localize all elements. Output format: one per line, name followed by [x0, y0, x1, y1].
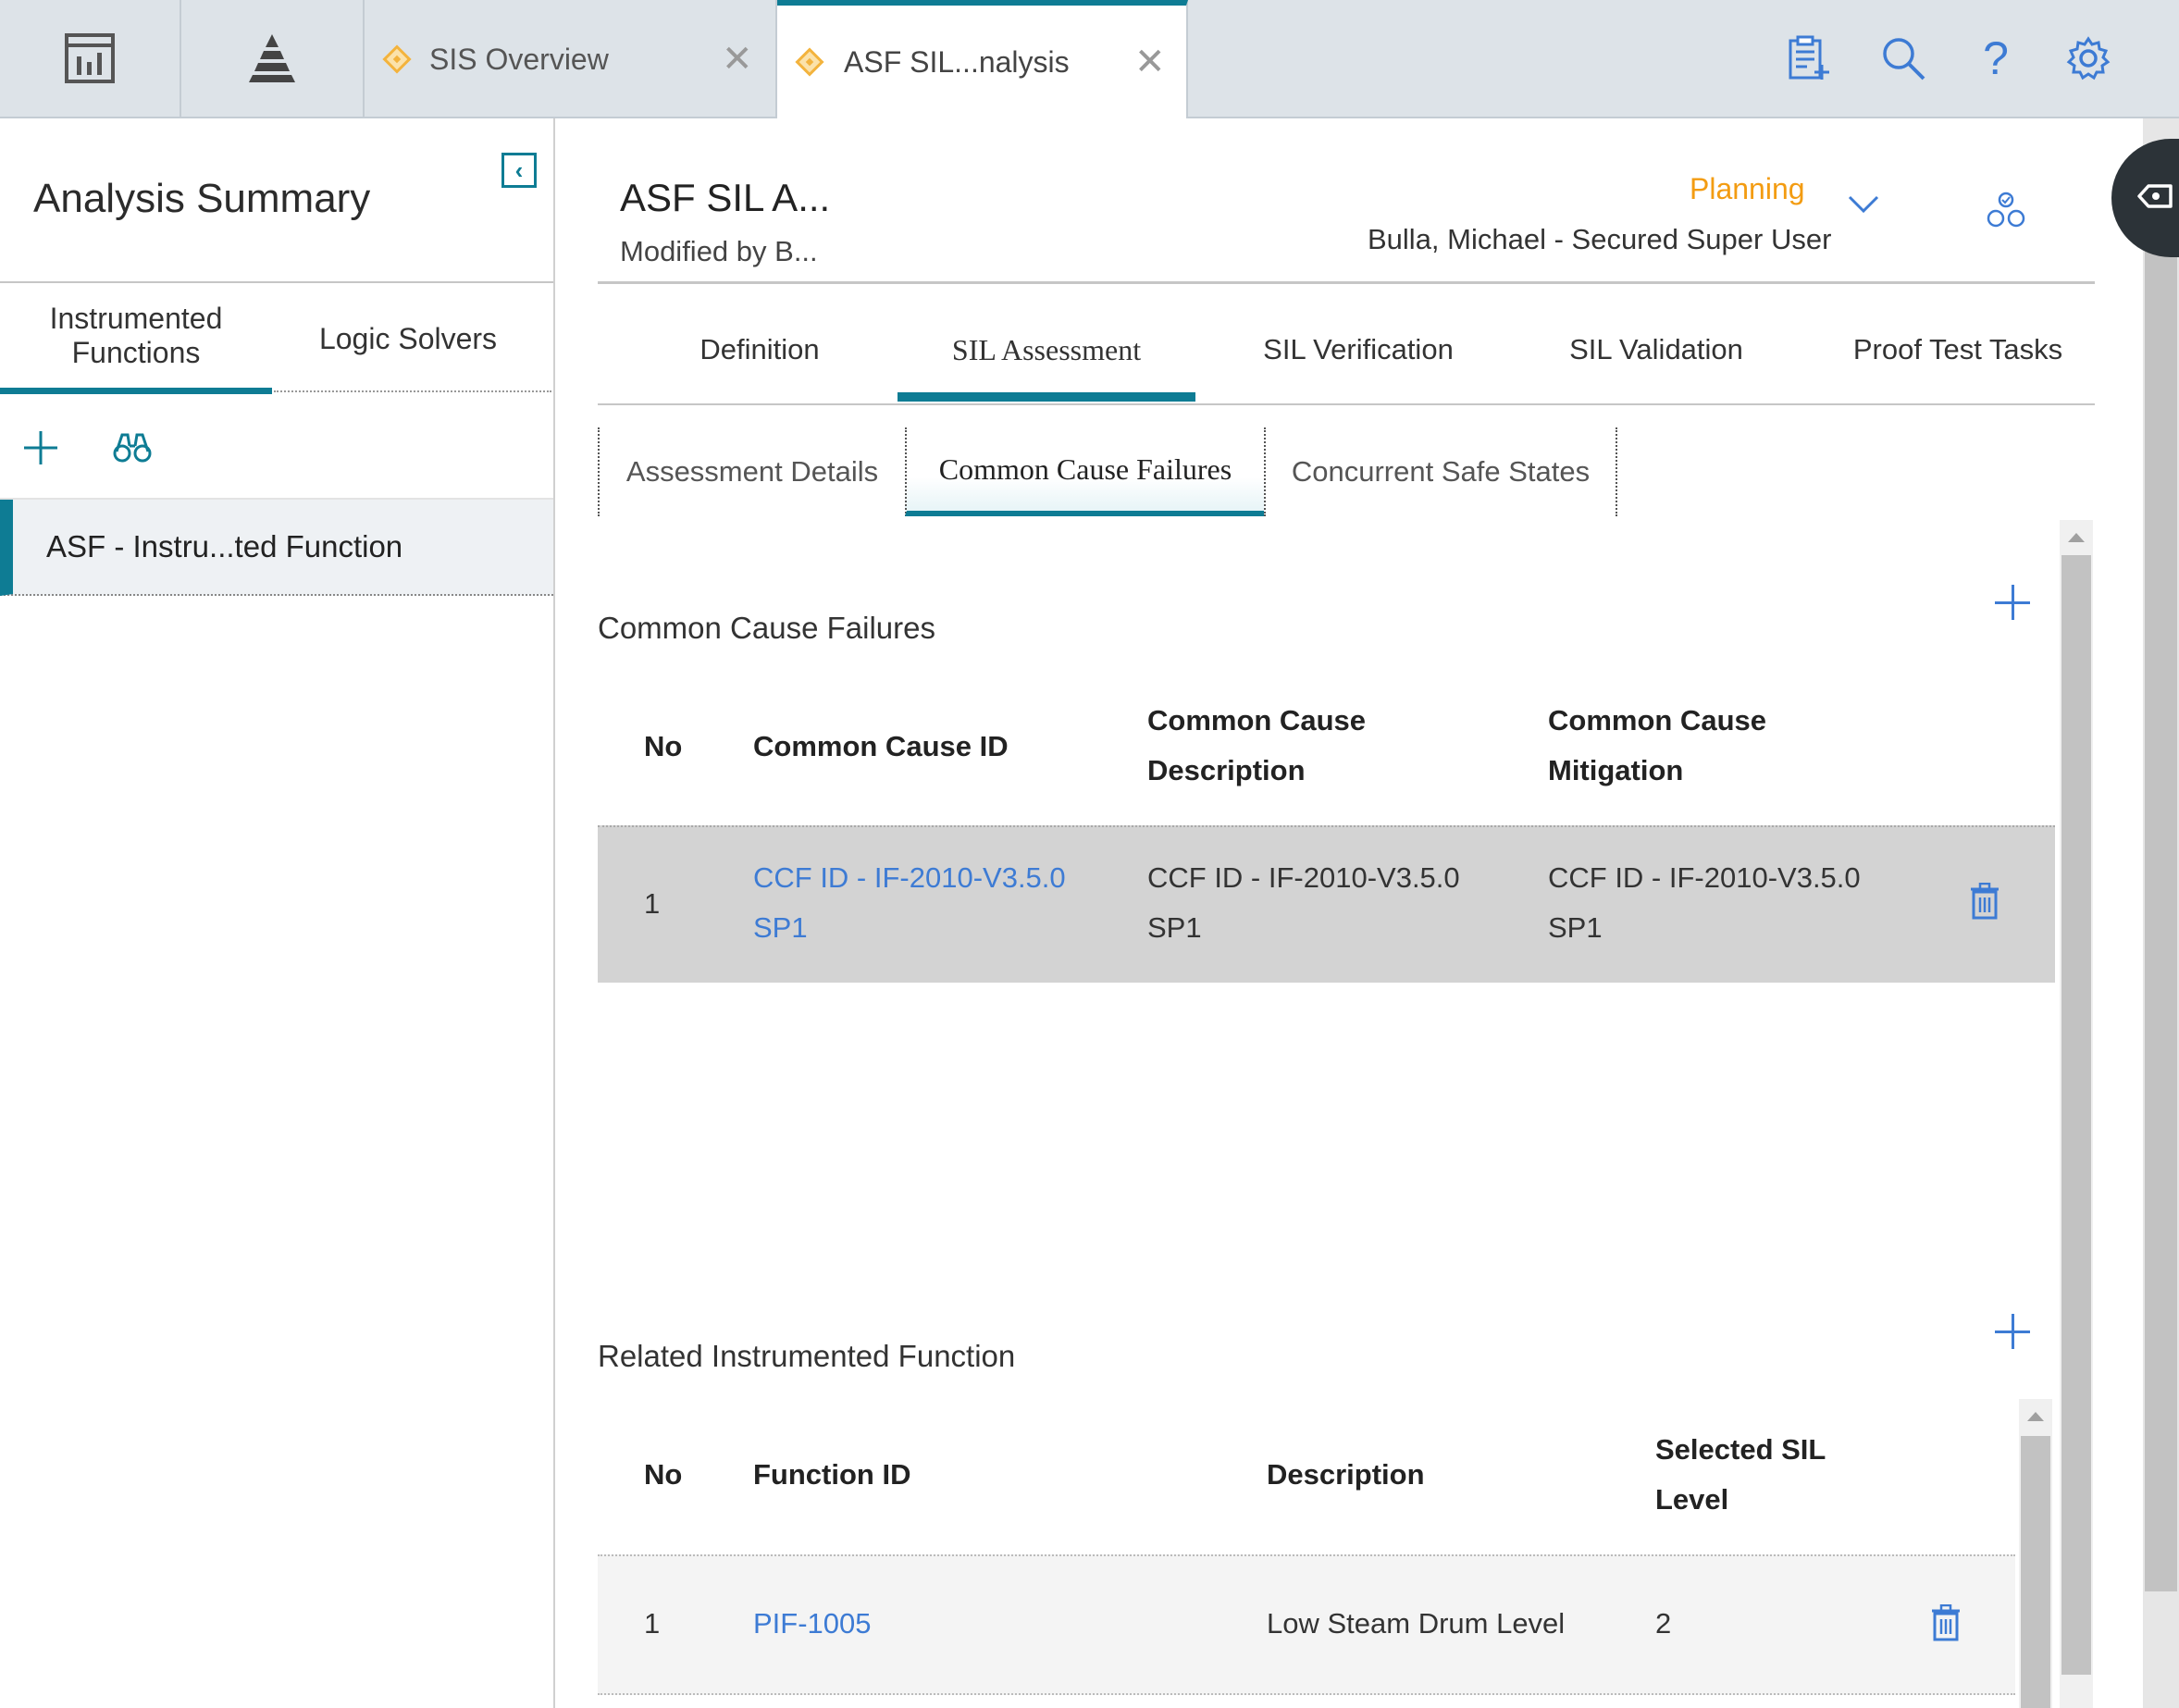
column-header: No [644, 730, 683, 762]
panel-open-icon [2136, 180, 2174, 217]
tab-label: SIS Overview [429, 42, 609, 76]
scrollbar-thumb[interactable] [2145, 167, 2177, 1591]
subtab-assessment-details[interactable]: Assessment Details [598, 427, 905, 516]
common-cause-id-link[interactable]: CCF ID - IF-2010-V3.5.0 SP1 [753, 853, 1066, 953]
add-icon[interactable] [1995, 1314, 2030, 1349]
top-tab-bar: SIS Overview ✕ ASF SIL...nalysis ✕ ? [0, 0, 2179, 118]
tab-proof-test-tasks[interactable]: Proof Test Tasks [1841, 313, 2074, 402]
add-icon[interactable] [22, 429, 59, 466]
tab-logic-solvers[interactable]: Logic Solvers [274, 283, 542, 394]
tab-asf-sil-analysis[interactable]: ASF SIL...nalysis ✕ [777, 0, 1188, 118]
function-description: Low Steam Drum Level [1267, 1607, 1566, 1640]
dashboard-icon [64, 32, 116, 84]
trash-icon[interactable] [1930, 1603, 1962, 1646]
section-title: Related Instrumented Function [598, 1339, 1016, 1373]
row-number: 1 [644, 887, 661, 920]
subtab-concurrent-safe-states[interactable]: Concurrent Safe States [1264, 427, 1616, 516]
common-cause-description: CCF ID - IF-2010-V3.5.0 SP1 [1147, 861, 1460, 944]
scroll-up-arrow[interactable] [2068, 533, 2085, 542]
column-header: No [644, 1458, 683, 1491]
binoculars-icon[interactable] [113, 429, 152, 466]
function-id-link[interactable]: PIF-1005 [753, 1599, 872, 1649]
list-item-label: ASF - Instru...ted Function [46, 529, 403, 563]
column-header: Description [1267, 1458, 1425, 1491]
tab-label: ASF SIL...nalysis [844, 44, 1070, 79]
section-title: Common Cause Failures [598, 611, 935, 645]
analysis-diamond-icon [795, 47, 824, 77]
tab-sil-verification[interactable]: SIL Verification [1231, 313, 1486, 402]
help-icon[interactable]: ? [1971, 32, 2021, 84]
scroll-up-arrow[interactable] [2027, 1412, 2044, 1421]
tab-sis-overview[interactable]: SIS Overview ✕ [365, 0, 777, 118]
common-cause-mitigation: CCF ID - IF-2010-V3.5.0 SP1 [1548, 861, 1861, 944]
page-title: ASF SIL A... [620, 176, 831, 219]
selected-sil-level: 2 [1655, 1607, 1672, 1640]
tab-instrumented-functions[interactable]: Instrumented Functions [0, 283, 272, 394]
column-header: Common Cause ID [753, 730, 1009, 762]
row-number: 1 [644, 1607, 661, 1640]
analysis-summary-panel: Analysis Summary ‹ Instrumented Function… [0, 118, 555, 1708]
tab-definition[interactable]: Definition [648, 313, 872, 402]
trash-icon[interactable] [1969, 882, 2000, 924]
settings-icon[interactable] [2063, 33, 2113, 83]
subtab-common-cause-failures[interactable]: Common Cause Failures [905, 427, 1264, 516]
clipboard-add-icon[interactable] [1784, 33, 1834, 83]
panel-title: Analysis Summary [33, 176, 371, 221]
analysis-diamond-icon [382, 44, 412, 74]
column-header: Function ID [753, 1458, 911, 1491]
scrollbar-thumb[interactable] [2021, 1436, 2050, 1708]
close-icon[interactable]: ✕ [1134, 43, 1166, 80]
pyramid-button[interactable] [181, 0, 365, 117]
state-user: Bulla, Michael - Secured Super User [1368, 223, 1832, 255]
pyramid-icon [244, 31, 300, 86]
divider [598, 281, 2095, 284]
chevron-down-icon[interactable] [1847, 194, 1880, 219]
tab-sil-validation[interactable]: SIL Validation [1536, 313, 1777, 402]
column-header: Selected SIL Level [1655, 1433, 1826, 1516]
modified-by: Modified by B... [620, 235, 818, 267]
divider [598, 403, 2095, 405]
divider [1616, 427, 1617, 516]
left-toolbar [0, 394, 553, 500]
divider [274, 390, 551, 392]
column-header: Common Cause Description [1147, 704, 1366, 786]
add-icon[interactable] [1995, 585, 2030, 620]
search-icon[interactable] [1878, 33, 1928, 83]
close-icon[interactable]: ✕ [722, 41, 753, 78]
collapse-panel-button[interactable]: ‹ [501, 153, 537, 188]
list-item[interactable]: ASF - Instru...ted Function [0, 500, 553, 596]
dashboard-button[interactable] [0, 0, 181, 117]
state-label[interactable]: Planning [1690, 172, 1805, 206]
flyout-panel-button[interactable] [2111, 139, 2179, 257]
column-header: Common Cause Mitigation [1548, 704, 1766, 786]
asset-hierarchy-icon[interactable] [1986, 191, 2026, 236]
tab-sil-assessment[interactable]: SIL Assessment [898, 313, 1195, 402]
scrollbar-thumb[interactable] [2061, 555, 2091, 1675]
